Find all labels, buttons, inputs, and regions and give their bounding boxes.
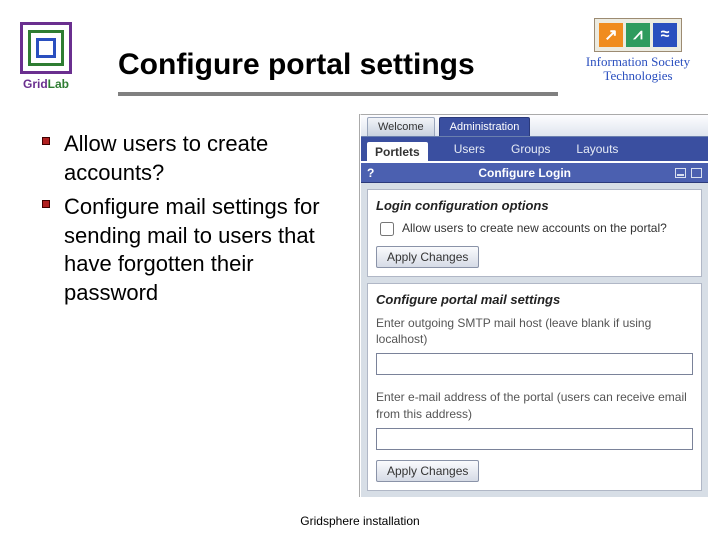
gridlab-logo: GridLab xyxy=(20,22,72,91)
subtab-users[interactable]: Users xyxy=(454,142,485,156)
subtab-portlets[interactable]: Portlets xyxy=(367,142,428,162)
allow-create-accounts-checkbox[interactable] xyxy=(380,222,394,236)
ist-tile-2: ⩘ xyxy=(626,23,650,47)
main-tabs: Welcome Administration xyxy=(361,115,708,137)
portal-panel: Welcome Administration Portlets Users Gr… xyxy=(360,114,708,497)
ist-tile-1: ↗ xyxy=(599,23,623,47)
apply-mail-button[interactable]: Apply Changes xyxy=(376,460,479,482)
login-config-section: Login configuration options Allow users … xyxy=(367,189,702,277)
login-config-header: Login configuration options xyxy=(376,198,693,213)
mail-config-section: Configure portal mail settings Enter out… xyxy=(367,283,702,491)
maximize-icon[interactable] xyxy=(691,168,702,178)
gridlab-logo-text: GridLab xyxy=(20,77,72,91)
slide-title: Configure portal settings xyxy=(118,48,475,82)
portal-email-input[interactable] xyxy=(376,428,693,450)
sub-tabs: Portlets Users Groups Layouts xyxy=(361,137,708,161)
smtp-host-input[interactable] xyxy=(376,353,693,375)
smtp-host-label: Enter outgoing SMTP mail host (leave bla… xyxy=(376,315,693,347)
bullet-marker-icon xyxy=(42,137,56,151)
bullet-text: Allow users to create accounts? xyxy=(64,130,342,187)
ist-logo: ↗ ⩘ ≈ Information Society Technologies xyxy=(576,18,700,84)
ist-caption-line2: Technologies xyxy=(576,69,700,83)
portlet-title: Configure Login xyxy=(374,166,675,180)
subtab-groups[interactable]: Groups xyxy=(511,142,550,156)
help-icon[interactable]: ? xyxy=(367,166,374,180)
allow-create-accounts-label: Allow users to create new accounts on th… xyxy=(402,221,667,235)
logo-mid xyxy=(28,30,64,66)
mail-config-header: Configure portal mail settings xyxy=(376,292,693,307)
bullet-marker-icon xyxy=(42,200,56,214)
title-underline xyxy=(118,92,558,96)
logo-outer xyxy=(20,22,72,74)
ist-caption-line1: Information Society xyxy=(576,55,700,69)
bullet-list: Allow users to create accounts? Configur… xyxy=(42,130,342,314)
tab-administration[interactable]: Administration xyxy=(439,117,531,136)
bullet-text: Configure mail settings for sending mail… xyxy=(64,193,342,307)
slide-footer: Gridsphere installation xyxy=(0,514,720,528)
bullet-item: Allow users to create accounts? xyxy=(42,130,342,187)
bullet-item: Configure mail settings for sending mail… xyxy=(42,193,342,307)
ist-caption: Information Society Technologies xyxy=(576,55,700,84)
ist-tile-3: ≈ xyxy=(653,23,677,47)
portlet-titlebar: ? Configure Login xyxy=(361,161,708,183)
subtab-layouts[interactable]: Layouts xyxy=(576,142,618,156)
apply-login-button[interactable]: Apply Changes xyxy=(376,246,479,268)
window-controls xyxy=(675,168,702,178)
portal-email-label: Enter e-mail address of the portal (user… xyxy=(376,389,693,421)
logo-inner xyxy=(36,38,56,58)
tab-welcome[interactable]: Welcome xyxy=(367,117,435,136)
minimize-icon[interactable] xyxy=(675,168,686,178)
ist-logo-frame: ↗ ⩘ ≈ xyxy=(594,18,682,52)
